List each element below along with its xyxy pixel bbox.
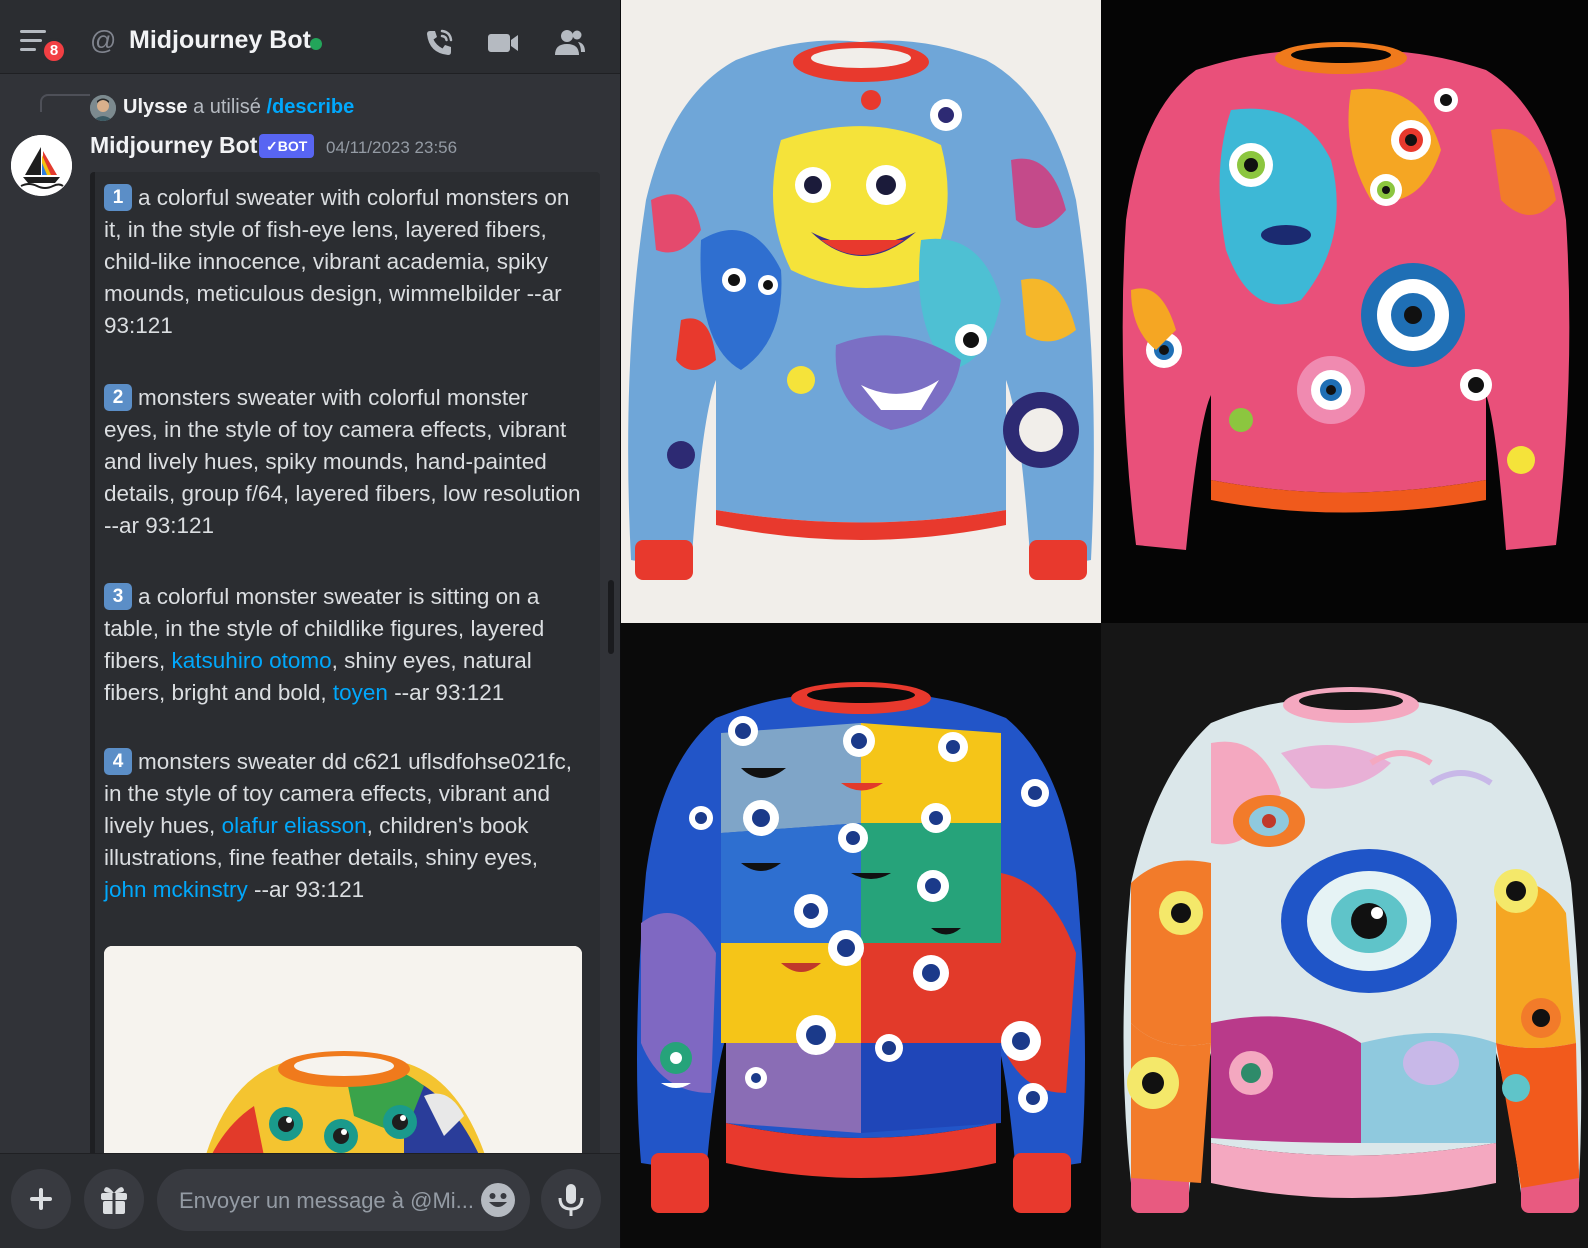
message-composer: Envoyer un message à @Mi... — [0, 1153, 620, 1248]
gift-icon[interactable] — [84, 1169, 144, 1229]
artist-link[interactable]: olafur eliasson — [222, 813, 367, 838]
reply-action: a utilisé — [193, 96, 261, 118]
sweater-image-2[interactable] — [1101, 0, 1588, 623]
prompt-1: 1a colorful sweater with colorful monste… — [104, 182, 586, 342]
number-2-icon: 2 — [104, 384, 132, 411]
phone-icon[interactable] — [421, 25, 457, 61]
channel-title[interactable]: Midjourney Bot — [129, 26, 311, 55]
reply-connector — [40, 94, 90, 112]
plus-icon[interactable] — [11, 1169, 71, 1229]
prompt-3: 3a colorful monster sweater is sitting o… — [104, 581, 586, 709]
chat-panel: 8 @ Midjourney Bot Ulysse a utilisé /des… — [0, 0, 620, 1248]
emoji-icon[interactable] — [481, 1183, 515, 1217]
sweater-image-3[interactable] — [621, 623, 1101, 1248]
number-1-icon: 1 — [104, 184, 132, 211]
message-placeholder: Envoyer un message à @Mi... — [179, 1188, 475, 1213]
sweater-image-4[interactable] — [1101, 623, 1588, 1248]
message-author[interactable]: Midjourney Bot — [90, 132, 257, 159]
artist-link[interactable]: john mckinstry — [104, 877, 248, 902]
bot-avatar[interactable] — [11, 135, 72, 196]
members-icon[interactable] — [551, 25, 587, 61]
prompt-text: --ar 93:121 — [387, 680, 505, 705]
prompt-text: a colorful sweater with colorful monster… — [104, 185, 570, 338]
reply-username[interactable]: Ulysse — [123, 96, 188, 118]
bot-tag-badge: ✓BOT — [259, 134, 315, 158]
user-avatar-icon[interactable] — [90, 95, 116, 121]
reply-reference[interactable]: Ulysse a utilisé /describe — [123, 96, 354, 119]
sweater-image-1[interactable] — [621, 0, 1101, 623]
prompt-4: 4 monsters sweater dd c621 uflsdfohse021f… — [104, 746, 586, 906]
message-input[interactable]: Envoyer un message à @Mi... — [157, 1169, 530, 1231]
prompt-2: 2 monsters sweater with colorful monster … — [104, 382, 586, 542]
online-status-dot — [310, 38, 322, 50]
artist-link[interactable]: katsuhiro otomo — [172, 648, 332, 673]
unread-badge: 8 — [41, 38, 67, 64]
at-icon: @ — [90, 25, 117, 55]
message-timestamp: 04/11/2023 23:56 — [326, 138, 458, 157]
channel-header: 8 @ Midjourney Bot — [0, 0, 620, 74]
chat-scrollbar[interactable] — [608, 580, 614, 654]
prompt-text: --ar 93:121 — [247, 877, 365, 902]
number-3-icon: 3 — [104, 583, 132, 610]
reply-command[interactable]: /describe — [266, 96, 354, 118]
microphone-icon[interactable] — [541, 1169, 601, 1229]
prompt-text: monsters sweater with colorful monster e… — [104, 385, 581, 538]
number-4-icon: 4 — [104, 748, 132, 775]
artist-link[interactable]: toyen — [333, 680, 388, 705]
video-camera-icon[interactable] — [485, 25, 521, 61]
